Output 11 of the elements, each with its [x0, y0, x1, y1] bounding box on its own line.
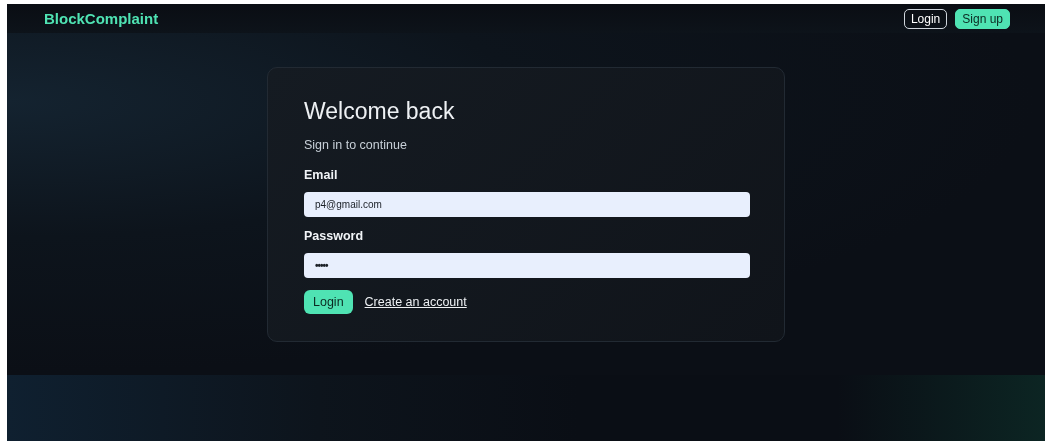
email-field[interactable]: p4@gmail.com: [304, 192, 750, 217]
card-title: Welcome back: [304, 98, 456, 125]
login-submit-button[interactable]: Login: [304, 290, 353, 314]
field-label: Password: [304, 229, 365, 243]
login-button[interactable]: Login: [903, 8, 948, 29]
password-field[interactable]: •••••: [304, 253, 750, 278]
field-label: Email: [304, 168, 339, 182]
create-account-link[interactable]: Create an account: [364, 295, 467, 309]
brand-logo[interactable]: BlockComplaint: [44, 10, 159, 27]
card-subtitle: Sign in to continue: [304, 138, 408, 152]
signup-button[interactable]: Sign up: [955, 8, 1010, 29]
